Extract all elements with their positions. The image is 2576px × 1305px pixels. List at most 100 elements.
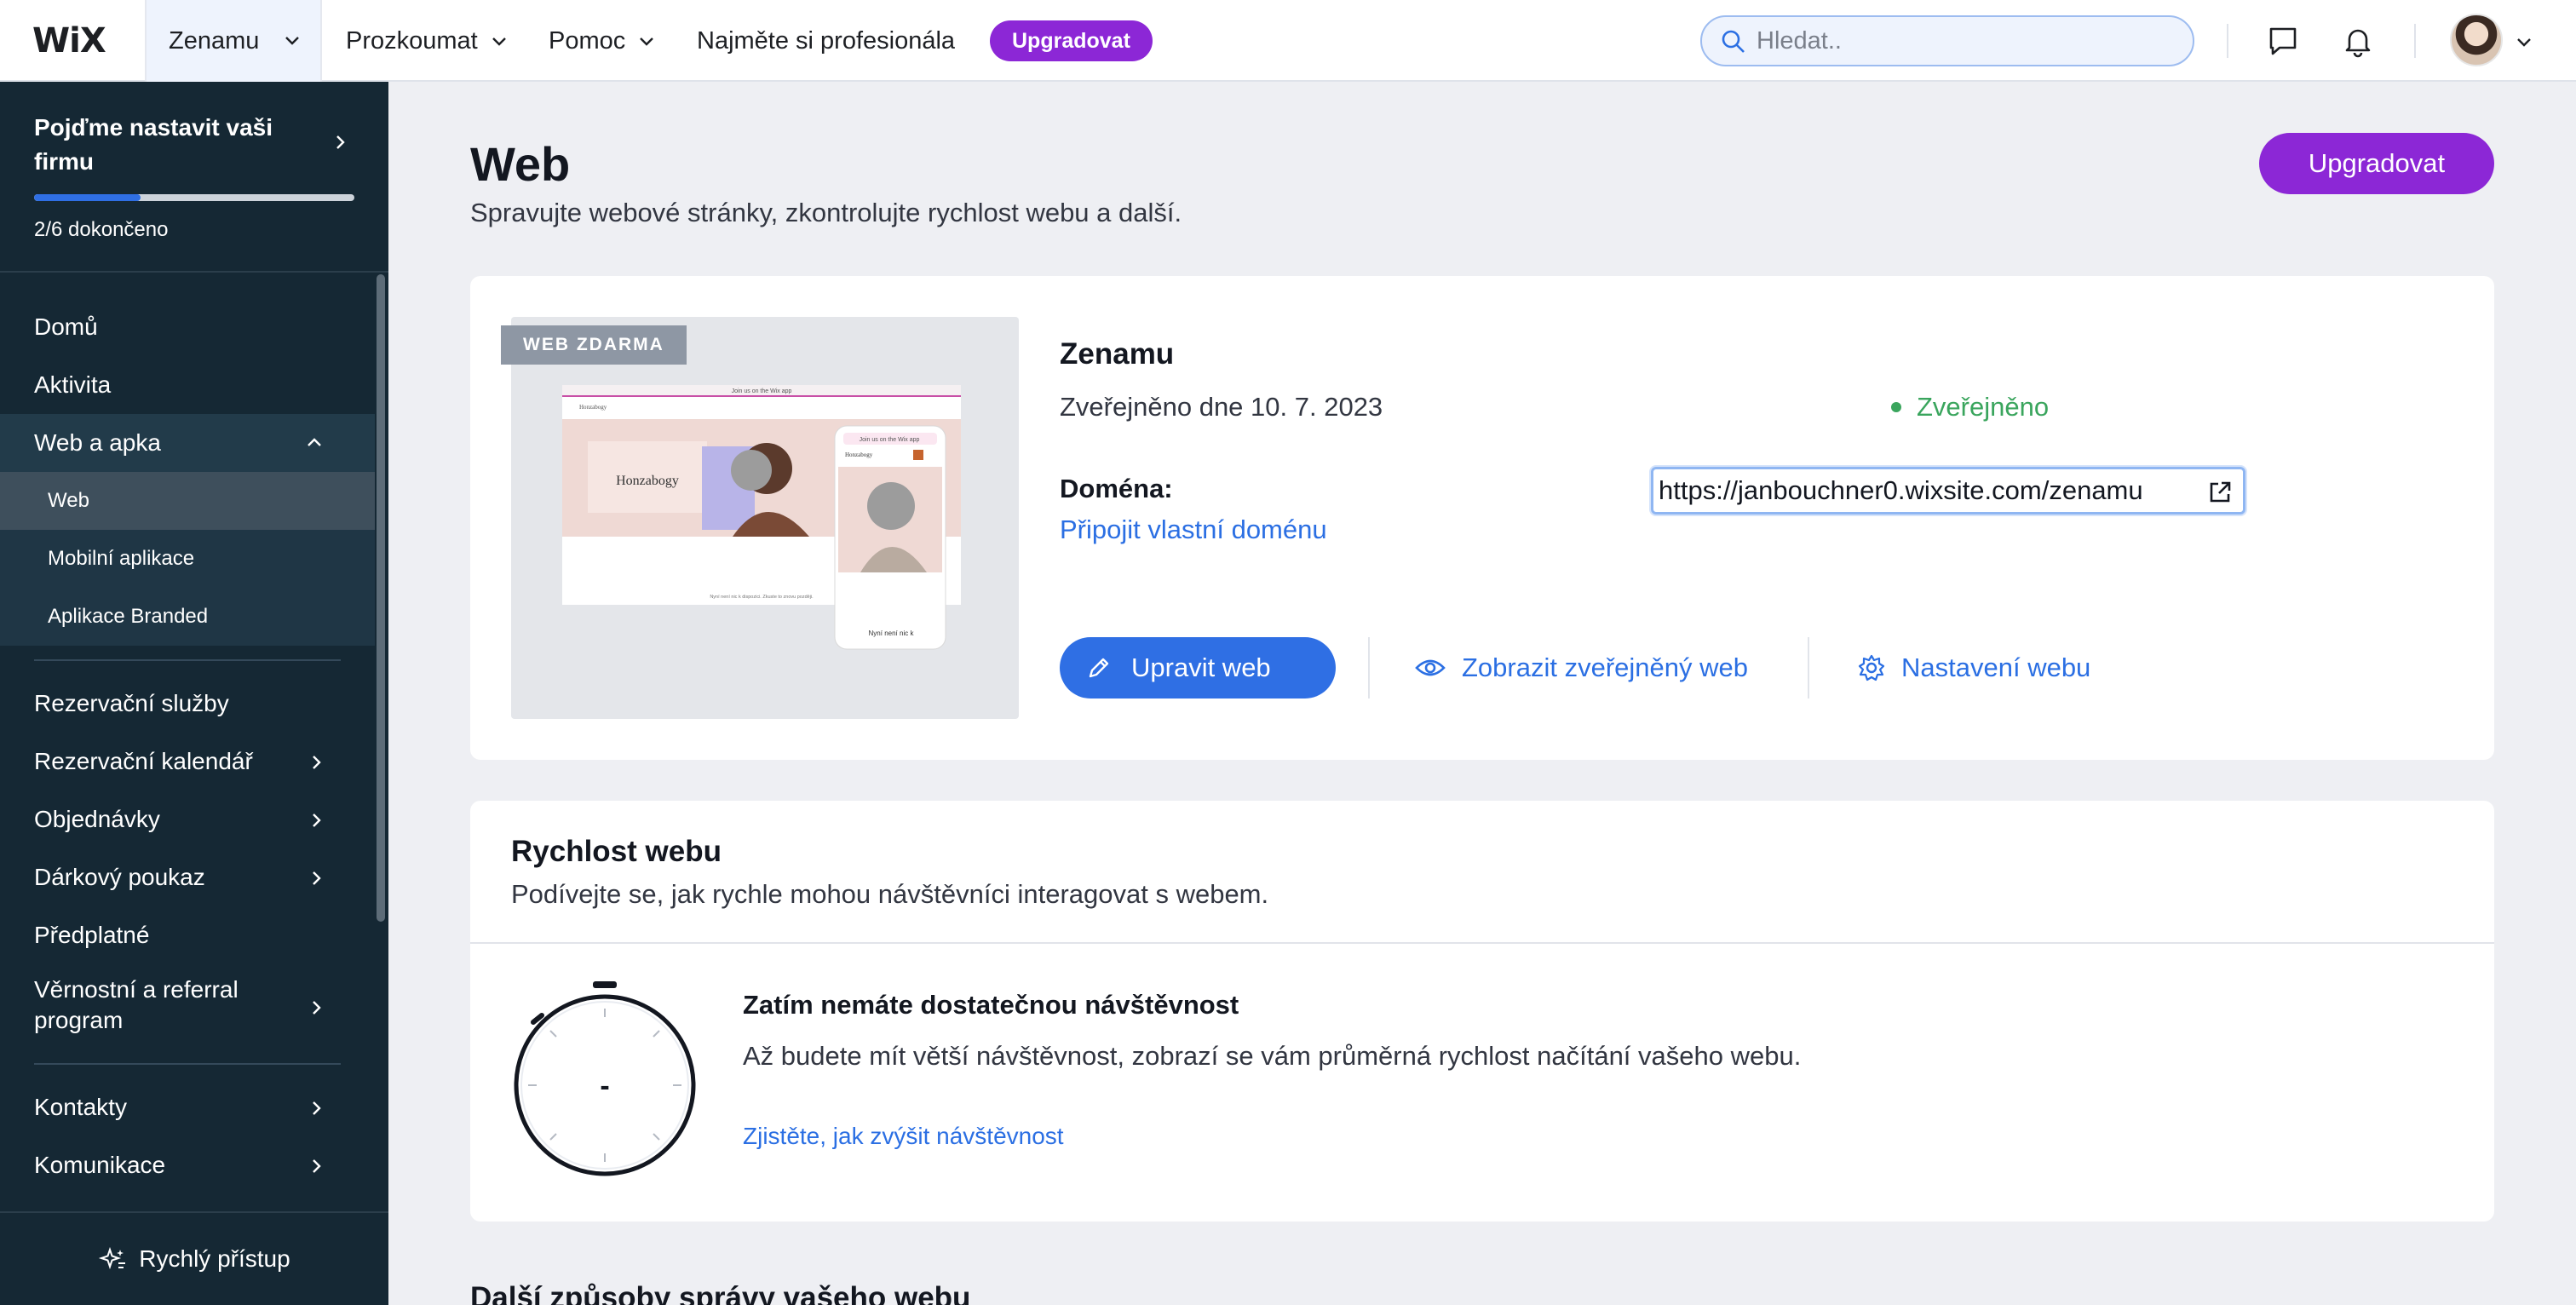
sidebar-item-label: Aplikace Branded <box>48 605 209 628</box>
chevron-right-icon <box>313 1101 321 1115</box>
nav-hire-pro-label: Najměte si profesionála <box>697 26 956 55</box>
nav-help[interactable]: Pomoc <box>549 0 656 82</box>
preview-mobile-banner: Join us on the Wix app <box>860 437 920 443</box>
divider <box>34 659 341 661</box>
chevron-down-icon <box>285 37 299 45</box>
sidebar-item-booking-calendar[interactable]: Rezervační kalendář <box>0 733 375 790</box>
sidebar-item-label: Kontakty <box>34 1094 127 1120</box>
divider <box>1808 637 1809 698</box>
sidebar-item-communication[interactable]: Komunikace <box>0 1136 375 1194</box>
increase-traffic-link[interactable]: Zjistěte, jak zvýšit návštěvnost <box>743 1123 1064 1150</box>
sidebar-item-label: Rezervační kalendář <box>34 748 253 774</box>
sidebar-item-activity[interactable]: Aktivita <box>0 356 375 414</box>
eye-icon <box>1415 659 1446 676</box>
setup-panel[interactable]: Pojďme nastavit vaši firmu 2/6 dokončeno <box>0 82 388 273</box>
chevron-right-icon <box>313 871 321 885</box>
upgrade-button[interactable]: Upgradovat <box>2259 133 2494 194</box>
site-card: Join us on the Wix app Honzabogy Honzabo… <box>470 276 2494 760</box>
sidebar-item-label: Objednávky <box>34 806 160 832</box>
edit-site-button[interactable]: Upravit web <box>1060 637 1336 698</box>
setup-title: Pojďme nastavit vaši firmu <box>34 114 273 175</box>
preview-brand-small: Honzabogy <box>579 404 607 411</box>
view-live-site-button[interactable]: Zobrazit zveřejněný web <box>1414 637 1748 698</box>
status-dot <box>1891 402 1901 412</box>
sidebar-item-contacts[interactable]: Kontakty <box>0 1078 375 1136</box>
published-date: Zveřejněno dne 10. 7. 2023 <box>1060 392 1383 422</box>
sidebar-item-label: Web <box>48 489 89 512</box>
sidebar-subitem-web[interactable]: Web <box>0 472 375 530</box>
sidebar-item-label: Dárkový poukaz <box>34 864 205 890</box>
divider <box>1368 637 1370 698</box>
preview-footer: Nyní není nic k dispozici. Zkuste to zno… <box>710 595 814 600</box>
sidebar-item-label: Komunikace <box>34 1152 166 1178</box>
stopwatch-gauge: - <box>514 981 696 1176</box>
setup-progress-bar <box>34 194 354 201</box>
bell-icon[interactable] <box>2339 22 2377 60</box>
setup-status: 2/6 dokončeno <box>34 218 169 241</box>
sidebar-item-label: Mobilní aplikace <box>48 547 195 570</box>
sidebar-subitem-branded-app[interactable]: Aplikace Branded <box>0 588 375 646</box>
site-switcher-label: Zenamu <box>169 26 260 55</box>
avatar[interactable] <box>2450 14 2503 66</box>
wix-logo[interactable]: WiX <box>32 22 106 60</box>
external-link-icon <box>2210 481 2231 503</box>
more-ways-title: Další způsoby správy vašeho webu <box>470 1281 971 1305</box>
domain-label: Doména: <box>1060 474 1173 503</box>
quick-access-button[interactable]: Rychlý přístup <box>0 1211 388 1305</box>
sidebar-item-web-and-app[interactable]: Web a apka <box>0 414 375 472</box>
search-input[interactable] <box>1757 17 2174 65</box>
divider <box>470 942 2494 944</box>
nav-explore[interactable]: Prozkoumat <box>346 0 509 82</box>
speed-value: - <box>600 1070 609 1102</box>
preview-brand: Honzabogy <box>616 474 679 488</box>
sidebar-item-gift-card[interactable]: Dárkový poukaz <box>0 848 375 906</box>
sidebar-item-label: Web a apka <box>34 429 161 456</box>
published-status: Zveřejněno <box>1917 392 2050 422</box>
site-settings-button[interactable]: Nastavení webu <box>1857 637 2090 698</box>
connect-domain-link[interactable]: Připojit vlastní doménu <box>1060 515 1327 545</box>
chevron-right-icon <box>313 1001 321 1015</box>
sidebar-item-home[interactable]: Domů <box>0 298 375 356</box>
free-site-badge: WEB ZDARMA <box>501 325 687 365</box>
site-preview-image: Join us on the Wix app Honzabogy Honzabo… <box>562 385 961 650</box>
search-box[interactable] <box>1700 15 2194 66</box>
sidebar-item-label: Předplatné <box>34 922 150 948</box>
chat-icon[interactable] <box>2264 22 2302 60</box>
chevron-right-icon <box>313 756 321 769</box>
chevron-down-icon[interactable] <box>2515 32 2533 51</box>
site-name: Zenamu <box>1060 337 1175 371</box>
site-speed-title: Rychlost webu <box>511 835 722 868</box>
sidebar-subitem-mobile-app[interactable]: Mobilní aplikace <box>0 530 375 588</box>
site-speed-subtitle: Podívejte se, jak rychle mohou návštěvní… <box>511 879 1269 909</box>
no-data-title: Zatím nemáte dostatečnou návštěvnost <box>743 990 1239 1020</box>
sidebar-item-label: Aktivita <box>34 371 112 398</box>
site-switcher[interactable]: Zenamu <box>145 0 322 82</box>
site-speed-card: Rychlost webu Podívejte se, jak rychle m… <box>470 801 2494 1222</box>
chevron-right-icon <box>313 1159 321 1173</box>
topbar-upgrade-button[interactable]: Upgradovat <box>990 20 1153 61</box>
chevron-down-icon <box>640 37 654 46</box>
chevron-up-icon <box>308 438 321 446</box>
sparkle-icon <box>99 1246 126 1270</box>
nav-explore-label: Prozkoumat <box>346 26 478 55</box>
sidebar-submenu: Web Mobilní aplikace Aplikace Branded <box>0 472 375 646</box>
chevron-right-icon <box>313 813 321 827</box>
search-icon <box>1722 30 1745 53</box>
quick-access-label: Rychlý přístup <box>139 1245 290 1272</box>
sidebar-item-subscriptions[interactable]: Předplatné <box>0 906 375 964</box>
domain-url: https://janbouchner0.wixsite.com/zenamu <box>1659 475 2143 505</box>
sidebar-item-label: Rezervační služby <box>34 690 229 716</box>
divider <box>2227 24 2228 58</box>
top-bar: WiX Zenamu Prozkoumat Pomoc Najměte si p… <box>0 0 2576 82</box>
sidebar-item-loyalty[interactable]: Věrnostní a referral program <box>0 964 375 1049</box>
sidebar-item-label: Domů <box>34 313 98 340</box>
sidebar-item-orders[interactable]: Objednávky <box>0 790 375 848</box>
sidebar-item-booking-services[interactable]: Rezervační služby <box>0 675 375 733</box>
divider <box>34 1063 341 1065</box>
domain-link[interactable]: https://janbouchner0.wixsite.com/zenamu <box>1651 467 2245 515</box>
nav-hire-pro[interactable]: Najměte si profesionála <box>697 0 955 82</box>
site-preview[interactable]: Join us on the Wix app Honzabogy Honzabo… <box>511 317 1019 719</box>
sidebar-scrollbar[interactable] <box>377 274 385 922</box>
sidebar-nav: Domů Aktivita Web a apka Web Mobilní apl… <box>0 273 375 1194</box>
page-subtitle: Spravujte webové stránky, zkontrolujte r… <box>470 198 1182 227</box>
